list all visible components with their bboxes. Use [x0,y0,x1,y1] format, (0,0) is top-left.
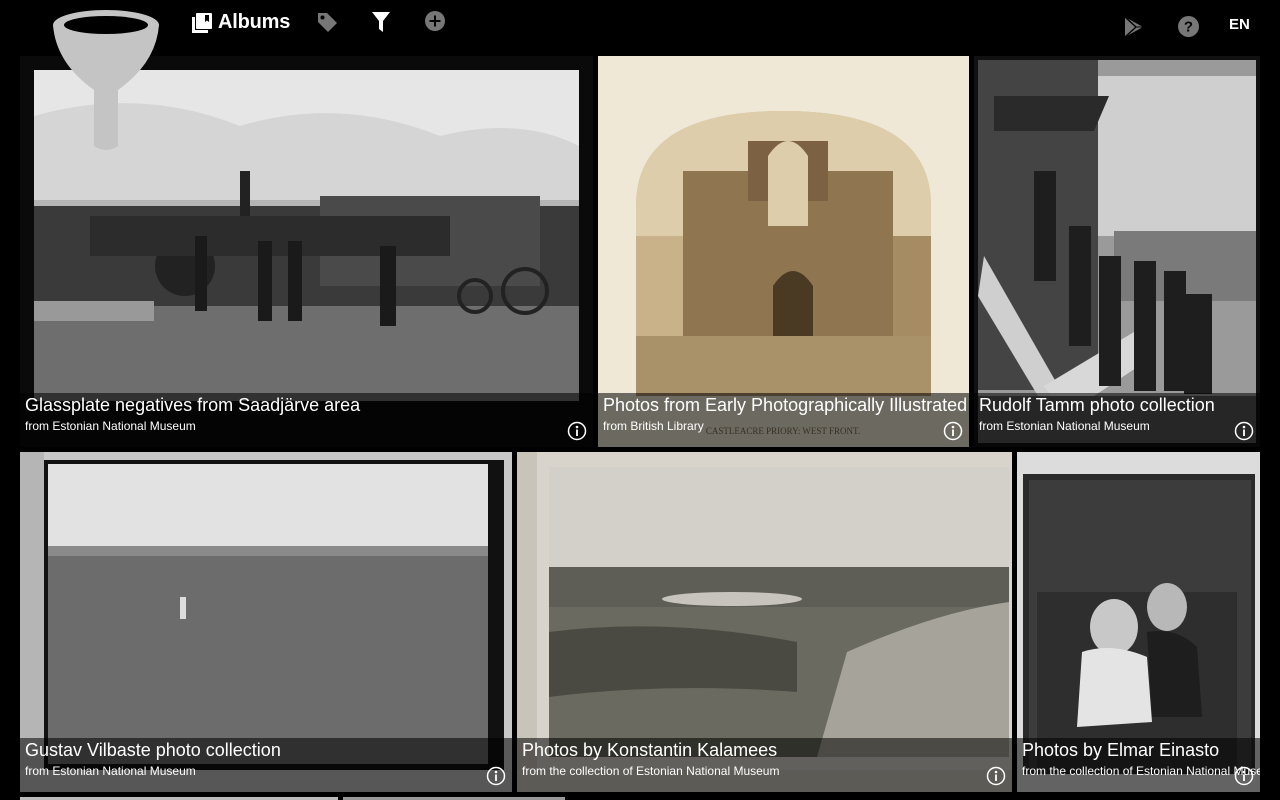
info-icon[interactable] [567,421,587,441]
album-source: from Estonian National Museum [979,419,1150,433]
info-icon[interactable] [986,766,1006,786]
album-caption: Photos from Early Photographically Illus… [598,393,969,447]
language-switch[interactable]: EN [1229,16,1250,33]
filter-icon[interactable] [371,11,391,33]
album-tile[interactable]: Photos by Konstantin Kalamees from the c… [517,452,1012,792]
album-source: from Estonian National Museum [25,764,196,778]
album-title: Photos from Early Photographically Illus… [603,395,968,415]
info-icon[interactable] [1234,766,1254,786]
add-icon[interactable] [425,11,445,31]
info-icon[interactable] [1234,421,1254,441]
header-bar: Albums ? EN [0,0,1280,56]
album-cover-image [974,56,1260,447]
album-source: from British Library [603,419,704,433]
album-source: from the collection of Estonian National… [1022,764,1260,778]
funnel-logo[interactable] [50,8,162,154]
album-caption: Photos by Elmar Einasto from the collect… [1017,738,1260,792]
album-tile[interactable]: Gustav Vilbaste photo collection from Es… [20,452,512,792]
album-tile[interactable]: Photos by Elmar Einasto from the collect… [1017,452,1260,792]
help-icon[interactable]: ? [1178,16,1199,37]
albums-nav-button[interactable]: Albums [192,11,290,34]
album-caption: Rudolf Tamm photo collection from Estoni… [974,393,1260,447]
album-source: from the collection of Estonian National… [522,764,780,778]
album-tile[interactable]: CASTLEACRE PRIORY: WEST FRONT. Photos fr… [598,56,969,447]
tag-icon[interactable] [316,11,338,33]
album-title: Photos by Konstantin Kalamees [522,740,778,760]
album-caption: Gustav Vilbaste photo collection from Es… [20,738,512,792]
album-title: Rudolf Tamm photo collection [979,395,1215,415]
album-source: from Estonian National Museum [25,419,196,433]
svg-text:?: ? [1184,19,1193,36]
albums-icon [192,12,212,33]
info-icon[interactable] [943,421,963,441]
album-title: Gustav Vilbaste photo collection [25,740,281,760]
album-caption: Glassplate negatives from Saadjärve area… [20,393,593,447]
album-title: Glassplate negatives from Saadjärve area [25,395,361,415]
album-cover-image: CASTLEACRE PRIORY: WEST FRONT. [598,56,969,447]
album-title: Photos by Elmar Einasto [1022,740,1220,760]
album-caption: Photos by Konstantin Kalamees from the c… [517,738,1012,792]
play-store-icon[interactable] [1124,16,1144,38]
albums-nav-label: Albums [218,11,291,33]
album-tile[interactable]: Rudolf Tamm photo collection from Estoni… [974,56,1260,447]
info-icon[interactable] [486,766,506,786]
